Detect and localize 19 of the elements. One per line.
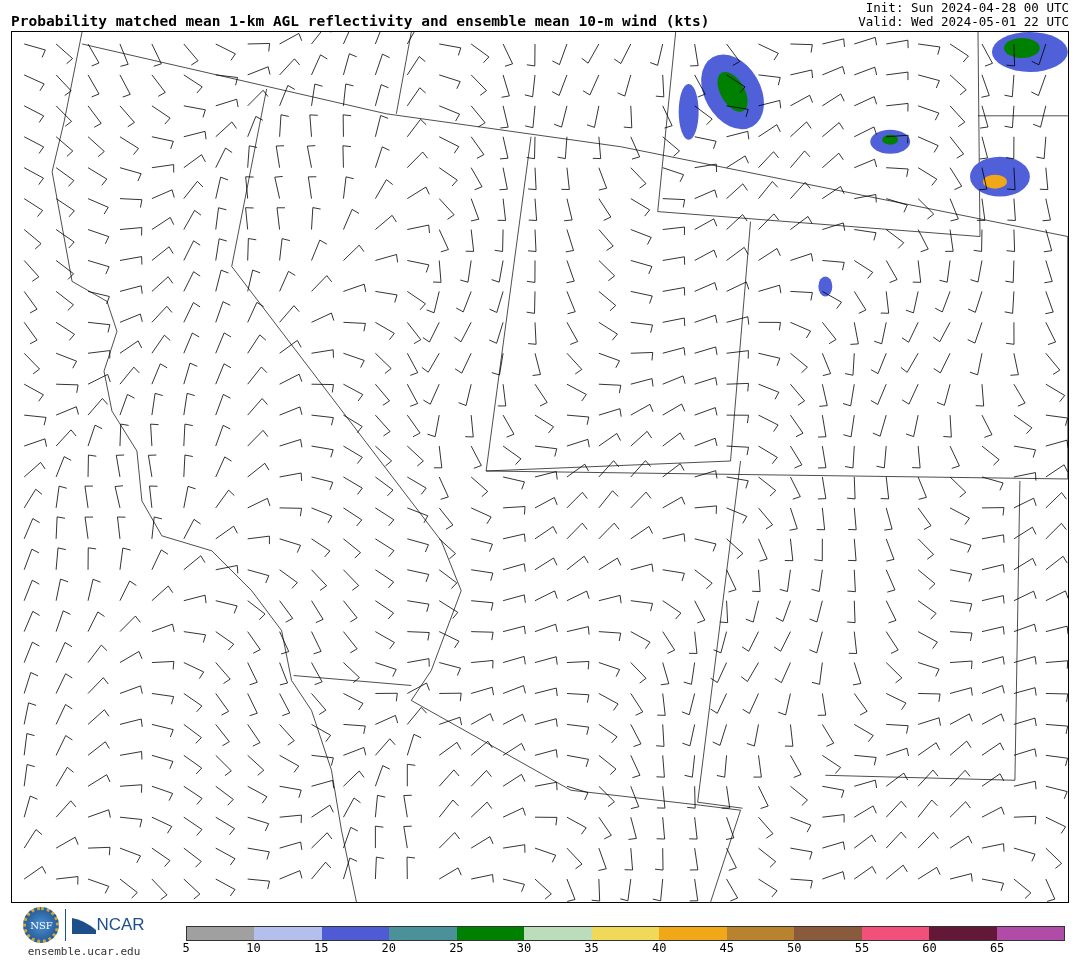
scale-tick-label: 65: [989, 941, 1005, 955]
scale-tick-label: 5: [182, 941, 190, 955]
site-url: ensemble.ucar.edu: [27, 945, 141, 958]
scale-tick-label: 45: [719, 941, 734, 955]
valid-time: Valid: Wed 2024-05-01 22 UTC: [858, 15, 1069, 29]
nsf-logo: NSF: [23, 907, 60, 943]
scale-tick-label: 35: [584, 941, 599, 955]
scale-tick-label: 55: [854, 941, 870, 955]
scale-tick-label: 10: [246, 941, 261, 955]
init-time: Init: Sun 2024-04-28 00 UTC: [865, 1, 1069, 15]
scale-tick-label: 15: [313, 941, 329, 955]
ncar-logo: NCAR: [72, 915, 145, 935]
scale-tick-label: 60: [922, 941, 937, 955]
chart-title: Probability matched mean 1-km AGL reflectivity and ensemble mean 10-m wind (kts): [11, 13, 710, 29]
scale-tick-label: 50: [787, 941, 802, 955]
scale-tick-label: 25: [449, 941, 464, 955]
scale-tick-label: 30: [516, 941, 532, 955]
scale-tick-label: 40: [651, 941, 667, 955]
scale-tick-label: 20: [381, 941, 396, 955]
